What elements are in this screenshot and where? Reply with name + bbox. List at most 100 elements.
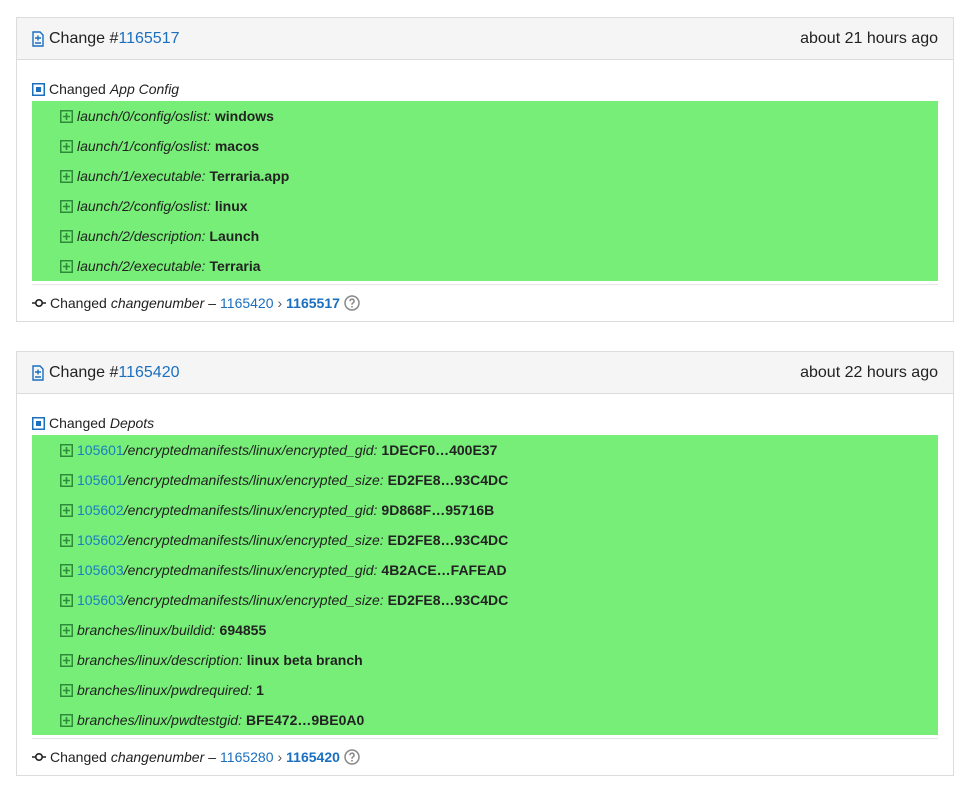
added-row: branches/linux/description: linux beta b… [32, 645, 938, 675]
row-value: windows [214, 108, 274, 124]
row-key: launch/2/description: [77, 228, 206, 244]
from-change-link[interactable]: 1165420 [220, 295, 273, 311]
row-value: Launch [209, 228, 260, 244]
change-number-link[interactable]: 1165420 [118, 364, 179, 382]
row-value: 9D868F…95716B [381, 502, 495, 518]
added-rows: 105601/encryptedmanifests/linux/encrypte… [32, 435, 938, 735]
footer-prefix: Changed [50, 749, 107, 765]
row-key: /encryptedmanifests/linux/encrypted_gid: [123, 502, 378, 518]
added-row: branches/linux/pwdtestgid: BFE472…9BE0A0 [32, 705, 938, 735]
commit-icon [32, 298, 46, 308]
added-row: 105602/encryptedmanifests/linux/encrypte… [32, 495, 938, 525]
plus-square-icon [60, 623, 73, 637]
to-change-link[interactable]: 1165420 [286, 749, 340, 765]
plus-square-icon [60, 139, 73, 153]
change-panel-1: Change # 1165517 about 21 hours ago Chan… [16, 17, 954, 322]
section-name: App Config [109, 81, 180, 97]
modified-square-icon [32, 82, 45, 96]
change-title: Change # 1165420 [31, 364, 180, 382]
added-row: launch/2/executable: Terraria [32, 251, 938, 281]
row-value: BFE472…9BE0A0 [246, 712, 365, 728]
footer-dash: – [208, 749, 217, 765]
plus-square-icon [60, 593, 73, 607]
added-row: launch/2/config/oslist: linux [32, 191, 938, 221]
row-key: /encryptedmanifests/linux/encrypted_size… [123, 592, 384, 608]
plus-square-icon [60, 653, 73, 667]
to-change-link[interactable]: 1165517 [286, 295, 340, 311]
arrow-separator: › [277, 295, 283, 311]
plus-square-icon [60, 229, 73, 243]
change-header: Change # 1165420 about 22 hours ago [17, 352, 953, 394]
change-title: Change # 1165517 [31, 30, 180, 48]
change-label: Change # [49, 29, 119, 47]
plus-square-icon [60, 533, 73, 547]
section-title: Changed App Config [32, 78, 938, 100]
row-key: branches/linux/pwdrequired: [77, 682, 253, 698]
added-row: branches/linux/buildid: 694855 [32, 615, 938, 645]
change-panel-2: Change # 1165420 about 22 hours ago Chan… [16, 351, 954, 776]
row-value: macos [214, 138, 260, 154]
from-change-link[interactable]: 1165280 [220, 749, 273, 765]
footer-field: changenumber [110, 749, 205, 765]
change-number-link[interactable]: 1165517 [118, 30, 179, 48]
row-key: /encryptedmanifests/linux/encrypted_gid: [123, 442, 378, 458]
row-key: branches/linux/description: [77, 652, 243, 668]
plus-square-icon [60, 169, 73, 183]
row-value: Terraria [209, 258, 261, 274]
added-rows: launch/0/config/oslist: windows launch/1… [32, 101, 938, 281]
row-value: 1 [256, 682, 264, 698]
depot-id-link[interactable]: 105602 [77, 502, 124, 518]
row-key: launch/1/executable: [77, 168, 206, 184]
row-value: linux beta branch [246, 652, 363, 668]
row-key: launch/2/config/oslist: [77, 198, 211, 214]
document-change-icon [32, 364, 44, 381]
added-row: 105603/encryptedmanifests/linux/encrypte… [32, 555, 938, 585]
added-row: launch/0/config/oslist: windows [32, 101, 938, 131]
help-icon[interactable] [344, 295, 360, 311]
changenumber-line: Changed changenumber – 1165420 › 1165517 [32, 284, 938, 321]
footer-field: changenumber [110, 295, 205, 311]
added-row: launch/2/description: Launch [32, 221, 938, 251]
section-prefix: Changed [49, 415, 106, 431]
row-value: 4B2ACE…FAFEAD [381, 562, 507, 578]
section-title: Changed Depots [32, 412, 938, 434]
row-key: branches/linux/pwdtestgid: [77, 712, 242, 728]
commit-icon [32, 752, 46, 762]
row-value: 1DECF0…400E37 [381, 442, 498, 458]
depot-id-link[interactable]: 105603 [77, 592, 124, 608]
section-name: Depots [109, 415, 155, 431]
change-time: about 22 hours ago [800, 363, 938, 381]
row-value: ED2FE8…93C4DC [387, 532, 509, 548]
help-icon[interactable] [344, 749, 360, 765]
document-change-icon [32, 30, 44, 47]
row-key: launch/2/executable: [77, 258, 206, 274]
row-value: ED2FE8…93C4DC [387, 592, 509, 608]
added-row: launch/1/executable: Terraria.app [32, 161, 938, 191]
added-row: 105601/encryptedmanifests/linux/encrypte… [32, 435, 938, 465]
row-key: launch/1/config/oslist: [77, 138, 211, 154]
change-time: about 21 hours ago [800, 29, 938, 47]
added-row: 105602/encryptedmanifests/linux/encrypte… [32, 525, 938, 555]
added-row: branches/linux/pwdrequired: 1 [32, 675, 938, 705]
depot-id-link[interactable]: 105602 [77, 532, 124, 548]
plus-square-icon [60, 503, 73, 517]
change-header: Change # 1165517 about 21 hours ago [17, 18, 953, 60]
added-row: 105603/encryptedmanifests/linux/encrypte… [32, 585, 938, 615]
plus-square-icon [60, 199, 73, 213]
added-row: launch/1/config/oslist: macos [32, 131, 938, 161]
plus-square-icon [60, 473, 73, 487]
row-key: launch/0/config/oslist: [77, 108, 211, 124]
plus-square-icon [60, 713, 73, 727]
footer-dash: – [208, 295, 217, 311]
row-key: /encryptedmanifests/linux/encrypted_size… [123, 532, 384, 548]
depot-id-link[interactable]: 105601 [77, 442, 124, 458]
change-label: Change # [49, 363, 119, 381]
section-prefix: Changed [49, 81, 106, 97]
row-key: /encryptedmanifests/linux/encrypted_size… [123, 472, 384, 488]
row-value: Terraria.app [209, 168, 290, 184]
row-value: linux [214, 198, 248, 214]
depot-id-link[interactable]: 105603 [77, 562, 124, 578]
depot-id-link[interactable]: 105601 [77, 472, 124, 488]
modified-square-icon [32, 416, 45, 430]
changenumber-line: Changed changenumber – 1165280 › 1165420 [32, 738, 938, 775]
